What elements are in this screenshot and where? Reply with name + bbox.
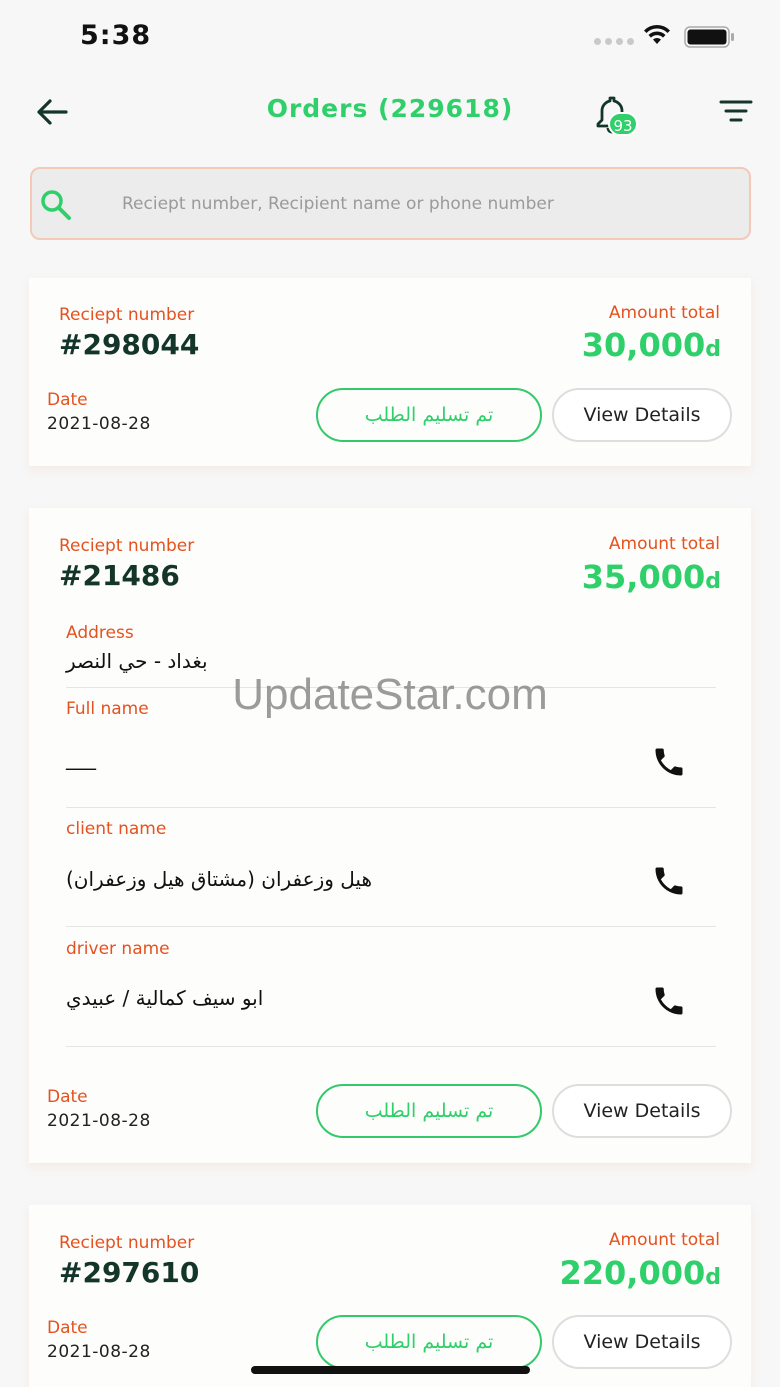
phone-icon[interactable] xyxy=(651,983,687,1019)
receipt-number: #297610 xyxy=(59,1256,200,1289)
order-date: 2021-08-28 xyxy=(47,1342,151,1362)
order-date: 2021-08-28 xyxy=(47,414,151,434)
order-card: Reciept number #298044 Amount total 30,0… xyxy=(29,278,751,466)
signal-icon xyxy=(594,38,634,45)
notifications-button[interactable]: 93 xyxy=(592,94,640,138)
amount-label: Amount total xyxy=(608,534,720,554)
amount-total: 220,000d xyxy=(559,1254,722,1292)
search-bar xyxy=(30,167,751,240)
phone-icon[interactable] xyxy=(651,744,687,780)
view-details-button[interactable]: View Details xyxy=(552,1084,732,1138)
currency-unit: d xyxy=(705,569,721,594)
order-delivered-button[interactable]: تم تسليم الطلب xyxy=(316,388,542,442)
receipt-label: Reciept number xyxy=(59,1233,195,1253)
driver-name-value: ابو سيف كمالية / عبيدي xyxy=(66,986,264,1010)
date-label: Date xyxy=(47,390,88,410)
divider xyxy=(66,1046,716,1047)
order-delivered-button[interactable]: تم تسليم الطلب xyxy=(316,1315,542,1369)
home-indicator[interactable] xyxy=(251,1366,530,1374)
amount-label: Amount total xyxy=(608,1230,720,1250)
order-card: Reciept number #297610 Amount total 220,… xyxy=(29,1205,751,1387)
receipt-label: Reciept number xyxy=(59,305,195,325)
receipt-number: #21486 xyxy=(59,559,180,592)
status-bar: 5:38 xyxy=(0,0,780,70)
date-label: Date xyxy=(47,1318,88,1338)
notification-badge: 93 xyxy=(608,112,638,136)
address-label: Address xyxy=(66,623,134,643)
battery-icon xyxy=(684,26,734,48)
search-input[interactable] xyxy=(122,189,722,219)
date-label: Date xyxy=(47,1087,88,1107)
page-title: Orders (229618) xyxy=(266,94,514,123)
wifi-icon xyxy=(644,24,670,44)
order-delivered-button[interactable]: تم تسليم الطلب xyxy=(316,1084,542,1138)
nav-bar: Orders (229618) 93 xyxy=(0,80,780,144)
currency-unit: d xyxy=(705,337,721,362)
search-icon[interactable] xyxy=(38,187,74,223)
order-date: 2021-08-28 xyxy=(47,1111,151,1131)
divider xyxy=(66,807,716,808)
filter-icon[interactable] xyxy=(718,98,754,126)
view-details-button[interactable]: View Details xyxy=(552,1315,732,1369)
driver-name-label: driver name xyxy=(66,939,170,959)
divider xyxy=(66,926,716,927)
client-name-value: هيل وزعفران (مشتاق هيل وزعفران) xyxy=(66,867,372,891)
status-time: 5:38 xyxy=(80,20,152,51)
full-name-value: ___ xyxy=(66,746,96,770)
amount-label: Amount total xyxy=(608,303,720,323)
client-name-label: client name xyxy=(66,819,167,839)
currency-unit: d xyxy=(705,1265,721,1290)
receipt-label: Reciept number xyxy=(59,536,195,556)
receipt-number: #298044 xyxy=(59,328,200,361)
amount-total: 35,000d xyxy=(581,558,721,596)
watermark: UpdateStar.com xyxy=(232,670,548,719)
view-details-button[interactable]: View Details xyxy=(552,388,732,442)
order-card: Reciept number #21486 Amount total 35,00… xyxy=(29,508,751,1163)
phone-icon[interactable] xyxy=(651,863,687,899)
amount-total: 30,000d xyxy=(581,326,721,364)
